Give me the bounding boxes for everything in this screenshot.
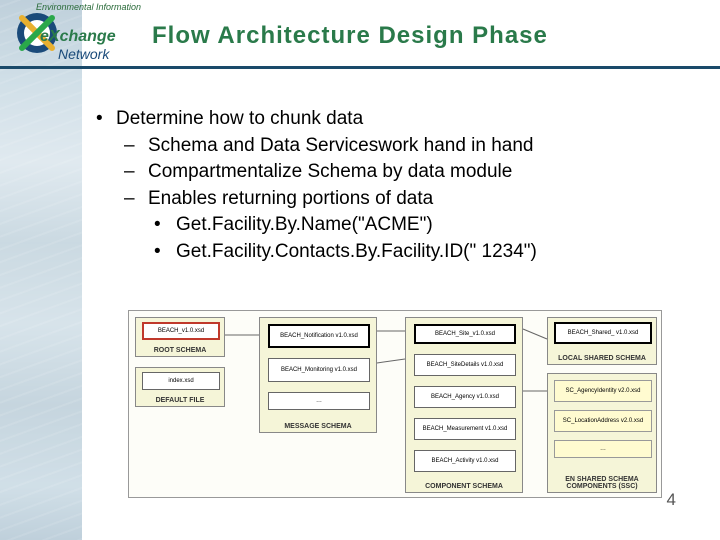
bullet-dash: Schema and Data Serviceswork hand in han…: [92, 133, 702, 160]
group-label: ROOT SCHEMA: [136, 347, 224, 354]
decorative-sidebar: [0, 0, 82, 540]
default-file-group: index.xsd DEFAULT FILE: [135, 367, 225, 407]
comp-box: BEACH_Measurement v1.0.xsd: [414, 418, 516, 440]
en-shared-group: SC_AgencyIdentity v2.0.xsd SC_LocationAd…: [547, 373, 657, 493]
local-box: BEACH_Shared_ v1.0.xsd: [554, 322, 652, 344]
comp-box: BEACH_Site_v1.0.xsd: [414, 324, 516, 344]
bullet-level1: Determine how to chunk data: [92, 106, 702, 133]
component-schema-group: BEACH_Site_v1.0.xsd BEACH_SiteDetails v1…: [405, 317, 523, 493]
message-schema-group: BEACH_Notification v1.0.xsd BEACH_Monito…: [259, 317, 377, 433]
ssc-box: SC_AgencyIdentity v2.0.xsd: [554, 380, 652, 402]
page-number: 4: [667, 490, 676, 510]
comp-box: BEACH_Activity v1.0.xsd: [414, 450, 516, 472]
logo-sub: Network: [58, 46, 109, 62]
bullet-level2: Get.Facility.By.Name("ACME"): [92, 212, 702, 239]
ssc-box: SC_LocationAddress v2.0.xsd: [554, 410, 652, 432]
exchange-logo: eXchange Network: [4, 10, 140, 68]
bullet-content: Determine how to chunk data Schema and D…: [92, 106, 702, 266]
root-schema-group: BEACH_v1.0.xsd ROOT SCHEMA: [135, 317, 225, 357]
schema-diagram: BEACH_v1.0.xsd ROOT SCHEMA index.xsd DEF…: [128, 310, 662, 498]
bullet-level2: Get.Facility.Contacts.By.Facility.ID(" 1…: [92, 239, 702, 266]
local-shared-group: BEACH_Shared_ v1.0.xsd LOCAL SHARED SCHE…: [547, 317, 657, 365]
bullet-dash: Compartmentalize Schema by data module: [92, 159, 702, 186]
group-label: EN SHARED SCHEMA COMPONENTS (SSC): [548, 476, 656, 490]
msg-box: BEACH_Monitoring v1.0.xsd: [268, 358, 370, 382]
logo-brand: eXchange: [40, 28, 116, 46]
msg-box: …: [268, 392, 370, 410]
group-label: COMPONENT SCHEMA: [406, 483, 522, 490]
bullet-dash: Enables returning portions of data: [92, 186, 702, 213]
default-box: index.xsd: [142, 372, 220, 390]
group-label: MESSAGE SCHEMA: [260, 423, 376, 430]
slide-title: Flow Architecture Design Phase: [152, 22, 548, 50]
group-label: DEFAULT FILE: [136, 397, 224, 404]
title-underline: [0, 66, 720, 69]
ssc-box: …: [554, 440, 652, 458]
comp-box: BEACH_SiteDetails v1.0.xsd: [414, 354, 516, 376]
msg-box: BEACH_Notification v1.0.xsd: [268, 324, 370, 348]
slide-header: Environmental Information eXchange Netwo…: [0, 0, 720, 72]
root-box: BEACH_v1.0.xsd: [142, 322, 220, 340]
comp-box: BEACH_Agency v1.0.xsd: [414, 386, 516, 408]
group-label: LOCAL SHARED SCHEMA: [548, 355, 656, 362]
